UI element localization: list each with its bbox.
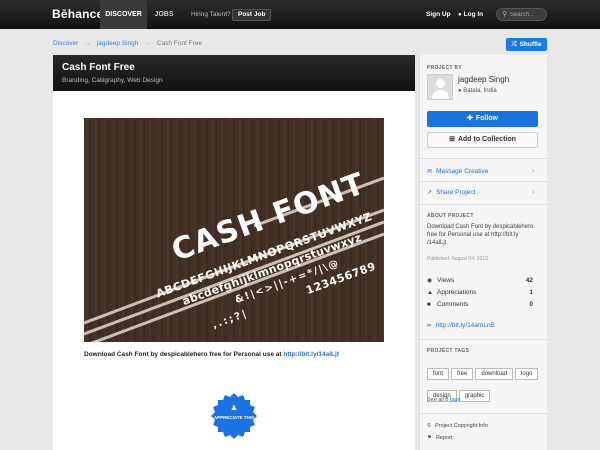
project-description: Download Cash Font by despicablehero fre… [84,351,339,358]
search-icon: ⚲ [502,11,508,18]
chevron-right-icon: › [532,187,535,196]
appreciate-button[interactable]: ▲ APPRECIATE THIS [211,393,257,439]
tag[interactable]: download [475,368,514,380]
post-job-button[interactable]: Post Job [232,9,272,21]
thumbs-up-icon: ▲ [427,290,433,296]
see-all-tags: See all 8 tags [427,397,460,403]
divider [420,181,548,182]
breadcrumb-discover[interactable]: Discover [53,40,78,47]
hiring-talent-text: Hiring Talent? [191,11,231,18]
report-link[interactable]: ⚑ Report [427,435,452,441]
follow-icon: ✚ [466,115,473,122]
stat-views: ◉ Views 42 [427,277,539,284]
description-text: Download Cash Font by despicablehero fre… [84,351,284,358]
share-label: Share Project [436,189,476,196]
published-date: Published: August 04, 2013 [427,256,488,262]
divider [420,339,548,340]
project-header: Cash Font Free Branding, Calligraphy, We… [53,55,415,91]
eye-icon: ◉ [427,278,433,284]
flag-icon: ⚑ [427,435,432,441]
add-collection-label: Add to Collection [457,136,516,143]
appreciate-label: APPRECIATE THIS [213,415,255,420]
stat-value: 1 [529,289,533,296]
see-all-prefix: See all [427,397,446,403]
nav-discover[interactable]: DISCOVER [100,0,147,29]
stat-comments: ■ Comments 0 [427,301,539,308]
share-icon: ↗ [427,190,433,196]
shuffle-label: Shuffle [519,41,542,48]
breadcrumb-current: Cash Font Free [156,40,203,47]
search-box[interactable]: ⚲ [496,8,547,21]
divider [420,413,548,414]
log-in-link[interactable]: ● Log In [458,11,483,18]
lock-icon: ● [458,12,462,18]
nav-jobs[interactable]: JOBS [150,0,178,29]
arrow-right-icon: → [144,40,151,47]
sign-up-link[interactable]: Sign Up [426,11,451,18]
report-label: Report [435,435,453,441]
shuffle-button[interactable]: ⤮ Shuffle [506,38,547,51]
about-project-label: ABOUT PROJECT [427,213,474,219]
add-to-collection-button[interactable]: ⊞ Add to Collection [427,132,538,148]
divider [420,204,548,205]
project-title: Cash Font Free [62,62,135,73]
about-project-text: Download Cash Font by despicablehero fre… [427,224,534,246]
follow-button[interactable]: ✚ Follow [427,111,538,127]
see-all-tags-link[interactable]: 8 tags [445,397,460,403]
owner-name[interactable]: jagdeep Singh [458,75,509,84]
project-sidebar: PROJECT BY jagdeep Singh ● Batala, India… [419,55,548,450]
top-nav-bar: Bēhance DISCOVER JOBS Hiring Talent? Pos… [0,0,600,29]
copyright-label: Project Copyright Info [435,423,488,429]
description-link[interactable]: http://bit.ly/14alLjt [283,351,339,358]
shuffle-icon: ⤮ [511,41,517,48]
owner-location-text: Batala, India [463,88,497,94]
stat-value: 0 [529,301,533,308]
arrow-right-icon: → [84,40,91,47]
log-in-label: Log In [463,11,484,18]
short-link[interactable]: ∞ http://bit.ly/14amLnB [427,322,495,329]
tag[interactable]: font [427,368,450,380]
chevron-right-icon: › [532,166,535,175]
copyright-icon: © [427,423,432,429]
link-icon: ∞ [427,322,432,329]
tag[interactable]: logo [515,368,539,380]
stat-label: Views [437,277,455,284]
behance-logo[interactable]: Bēhance [52,7,103,21]
mail-icon: ✉ [427,169,433,175]
stat-label: Comments [437,301,469,308]
project-by-label: PROJECT BY [427,65,462,71]
artwork-graphic: CASH FONT ABCDEFGHIJKLMNOPQRSTUVWXYZ abc… [84,166,384,342]
short-link-text: http://bit.ly/14amLnB [435,322,495,329]
owner-location: ● Batala, India [458,88,497,94]
stat-label: Appreciations [437,289,477,296]
search-input[interactable] [510,10,544,20]
add-icon: ⊞ [449,136,455,143]
avatar[interactable] [427,74,453,100]
message-label: Message Creative [436,168,489,175]
project-tags-label: PROJECT TAGS [427,348,470,354]
message-creative-link[interactable]: ✉ Message Creative [427,168,488,175]
stat-value: 42 [525,277,533,284]
follow-label: Follow [475,115,499,122]
stat-appreciations: ▲ Appreciations 1 [427,289,539,296]
tag[interactable]: free [451,368,474,380]
project-main: Cash Font Free Branding, Calligraphy, We… [53,55,415,450]
artwork-punctuation: ,.:;?| [211,308,250,331]
breadcrumb-owner[interactable]: jagdeep Singh [97,40,139,47]
divider [420,158,548,159]
tag[interactable]: graphic [458,390,491,402]
comment-icon: ■ [427,302,431,308]
project-artwork-image: CASH FONT ABCDEFGHIJKLMNOPQRSTUVWXYZ abc… [84,118,384,342]
copyright-info-link[interactable]: © Project Copyright Info [427,423,488,429]
project-fields: Branding, Calligraphy, Web Design [62,77,163,84]
share-project-link[interactable]: ↗ Share Project [427,189,475,196]
breadcrumb: Discover → jagdeep Singh → Cash Font Free [53,40,202,47]
thumbs-up-icon: ▲ [229,402,239,412]
